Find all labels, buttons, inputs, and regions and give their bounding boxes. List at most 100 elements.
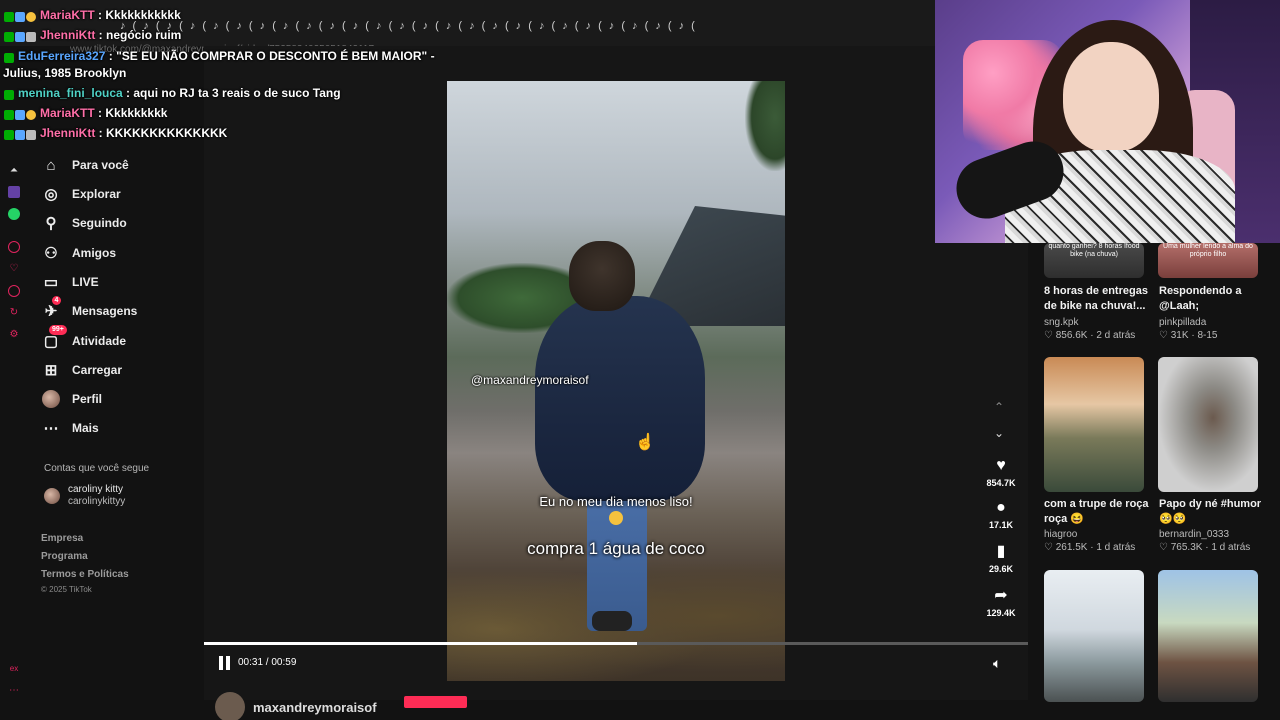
pause-button[interactable]: [219, 656, 231, 670]
sidebar-item-carregar[interactable]: ⊞ Carregar: [42, 357, 122, 383]
badge-icon: [15, 109, 25, 120]
rec-views: 261.5K: [1055, 542, 1088, 553]
video-caption-top: Eu no meu dia menos liso!: [539, 494, 693, 509]
sidebar-item-label: LIVE: [72, 275, 99, 289]
sidebar-item-label: Atividade: [72, 334, 127, 348]
mouse-cursor-icon: ☝: [635, 434, 655, 451]
rail-more-icon[interactable]: ⋯: [8, 685, 20, 697]
sidebar-item-live[interactable]: ▭ LIVE: [42, 269, 99, 295]
home-icon: ⌂: [46, 156, 56, 174]
chat-message-continuation: Julius, 1985 Brooklyn: [3, 66, 127, 80]
video-progress-bar[interactable]: [204, 642, 1028, 645]
sidebar-item-atividade[interactable]: ▢ 99+ Atividade: [42, 325, 127, 354]
upload-icon: ⊞: [44, 362, 58, 379]
live-icon: ▭: [43, 274, 59, 291]
compass-icon: ◎: [44, 186, 58, 203]
sidebar-nav: ⌂ Para você ◎ Explorar ⚲ Seguindo ⚇ Amig…: [28, 148, 204, 608]
sidebar-item-para-voce[interactable]: ⌂ Para você: [42, 152, 129, 178]
sidebar-item-label: Mais: [72, 421, 99, 435]
scene-kid-head: [569, 241, 635, 311]
extension-icon[interactable]: ⏶: [8, 165, 20, 177]
rec-title[interactable]: com a trupe de roça roça 😆: [1044, 497, 1152, 527]
sidebar-item-label: Amigos: [72, 246, 117, 260]
footer-link-termos[interactable]: Termos e Políticas: [41, 569, 129, 580]
rec-thumbnail[interactable]: [1044, 570, 1144, 702]
heart-icon[interactable]: ♡: [8, 263, 20, 275]
sidebar-item-seguindo[interactable]: ⚲ Seguindo: [42, 210, 127, 236]
following-user[interactable]: caroliny kitty carolinykittyy: [44, 484, 125, 508]
chat-username[interactable]: EduFerreira327: [18, 49, 105, 63]
badge-icon: [4, 52, 14, 63]
chat-message: JhenniKtt : negócio ruim: [4, 28, 181, 43]
sidebar-item-label: Explorar: [72, 187, 121, 201]
sidebar-item-amigos[interactable]: ⚇ Amigos: [42, 240, 116, 266]
share-count: 129.4K: [986, 608, 1016, 618]
rec-title[interactable]: Respondendo a @Laah;: [1159, 284, 1267, 314]
comment-button[interactable]: ● 17.1K: [980, 498, 1022, 530]
settings-icon[interactable]: ⚙: [8, 329, 20, 341]
chat-username[interactable]: MariaKTT: [40, 8, 95, 22]
badge-icon: [4, 129, 14, 140]
sidebar-item-label: Para você: [72, 158, 129, 172]
rec-thumbnail[interactable]: quanto ganhei? 8 horas Ifood bike (na ch…: [1044, 243, 1144, 278]
rec-thumbnail[interactable]: [1044, 357, 1144, 492]
chat-username[interactable]: JhenniKtt: [40, 126, 95, 140]
activity-icon: ▢ 99+: [42, 325, 67, 350]
chat-text: negócio ruim: [106, 28, 182, 42]
rec-meta: ♡ 856.6K · 2 d atrás: [1044, 330, 1136, 341]
whatsapp-icon[interactable]: [8, 208, 20, 220]
footer-link-empresa[interactable]: Empresa: [41, 533, 83, 544]
heart-icon: ♥: [996, 457, 1006, 474]
sidebar-item-mais[interactable]: ⋯ Mais: [42, 415, 99, 441]
rail-circle-icon[interactable]: [8, 241, 20, 253]
browser-tab-strip[interactable]: ♪ ( ♪ ( ♪ ( ♪ ( ♪ ( ♪ ( ♪ ( ♪ ( ♪ ( ♪ ( …: [120, 20, 935, 34]
chat-username[interactable]: menina_fini_louca: [18, 86, 123, 100]
twitch-icon[interactable]: [8, 186, 20, 198]
rec-author[interactable]: pinkpillada: [1159, 317, 1206, 328]
badge-icon: [4, 31, 14, 42]
footer-link-programa[interactable]: Programa: [41, 551, 88, 562]
rail-label-icon[interactable]: ex: [8, 663, 20, 675]
rec-thumbnail[interactable]: Uma mulher lendo a alma do próprio filho: [1158, 243, 1258, 278]
badge-icon: [26, 11, 36, 22]
webcam-person-face: [1063, 42, 1159, 152]
sidebar-item-label: Seguindo: [72, 216, 127, 230]
badge-icon: [26, 109, 36, 120]
sidebar-item-explorar[interactable]: ◎ Explorar: [42, 181, 121, 207]
chat-text: Kkkkkkkkkkk: [105, 8, 181, 22]
clock-icon[interactable]: [8, 285, 20, 297]
sidebar-item-mensagens[interactable]: ✈ 4 Mensagens: [42, 296, 137, 324]
rec-thumbnail[interactable]: [1158, 570, 1258, 702]
rec-author[interactable]: hiagroo: [1044, 529, 1077, 540]
volume-icon[interactable]: 🔈︎: [993, 655, 1001, 672]
video-player[interactable]: @maxandreymoraisof Eu no meu dia menos l…: [447, 81, 785, 681]
rec-age: 1 d atrás: [1096, 542, 1136, 553]
comment-count: 17.1K: [988, 520, 1014, 530]
video-author[interactable]: maxandreymoraisof: [215, 692, 377, 720]
chat-username[interactable]: JhenniKtt: [40, 28, 95, 42]
rec-title[interactable]: 8 horas de entregas de bike na chuva!...: [1044, 284, 1152, 314]
chevron-down-icon[interactable]: ⌄: [994, 426, 1004, 440]
following-user-name: caroliny kitty: [68, 484, 124, 495]
rec-thumbnail-caption: Uma mulher lendo a alma do próprio filho: [1163, 243, 1253, 258]
follow-button[interactable]: [404, 696, 467, 708]
badge-icon: [4, 89, 14, 100]
friends-icon: ⚇: [44, 245, 58, 262]
chat-username[interactable]: MariaKTT: [40, 106, 95, 120]
rec-thumbnail[interactable]: [1158, 357, 1258, 492]
chevron-up-icon[interactable]: ⌃: [994, 400, 1004, 414]
share-button[interactable]: ➦ 129.4K: [980, 586, 1022, 618]
rec-views: 856.6K: [1055, 330, 1088, 341]
badge-icon: [15, 11, 25, 22]
badge-icon: [26, 31, 36, 42]
chat-text: "SE EU NÃO COMPRAR O DESCONTO É BEM MAIO…: [116, 49, 435, 63]
scene-tree-right: [745, 81, 785, 171]
rec-author[interactable]: sng.kpk: [1044, 317, 1078, 328]
sidebar-item-perfil[interactable]: Perfil: [42, 386, 102, 412]
save-button[interactable]: ▮ 29.6K: [980, 542, 1022, 574]
rec-title[interactable]: Papo dy né #humor 🥺🥺: [1159, 497, 1267, 527]
like-button[interactable]: ♥ 854.7K: [980, 456, 1022, 488]
like-count: 854.7K: [986, 478, 1016, 488]
rec-author[interactable]: bernardin_0333: [1159, 529, 1229, 540]
refresh-icon[interactable]: ↻: [8, 307, 20, 319]
